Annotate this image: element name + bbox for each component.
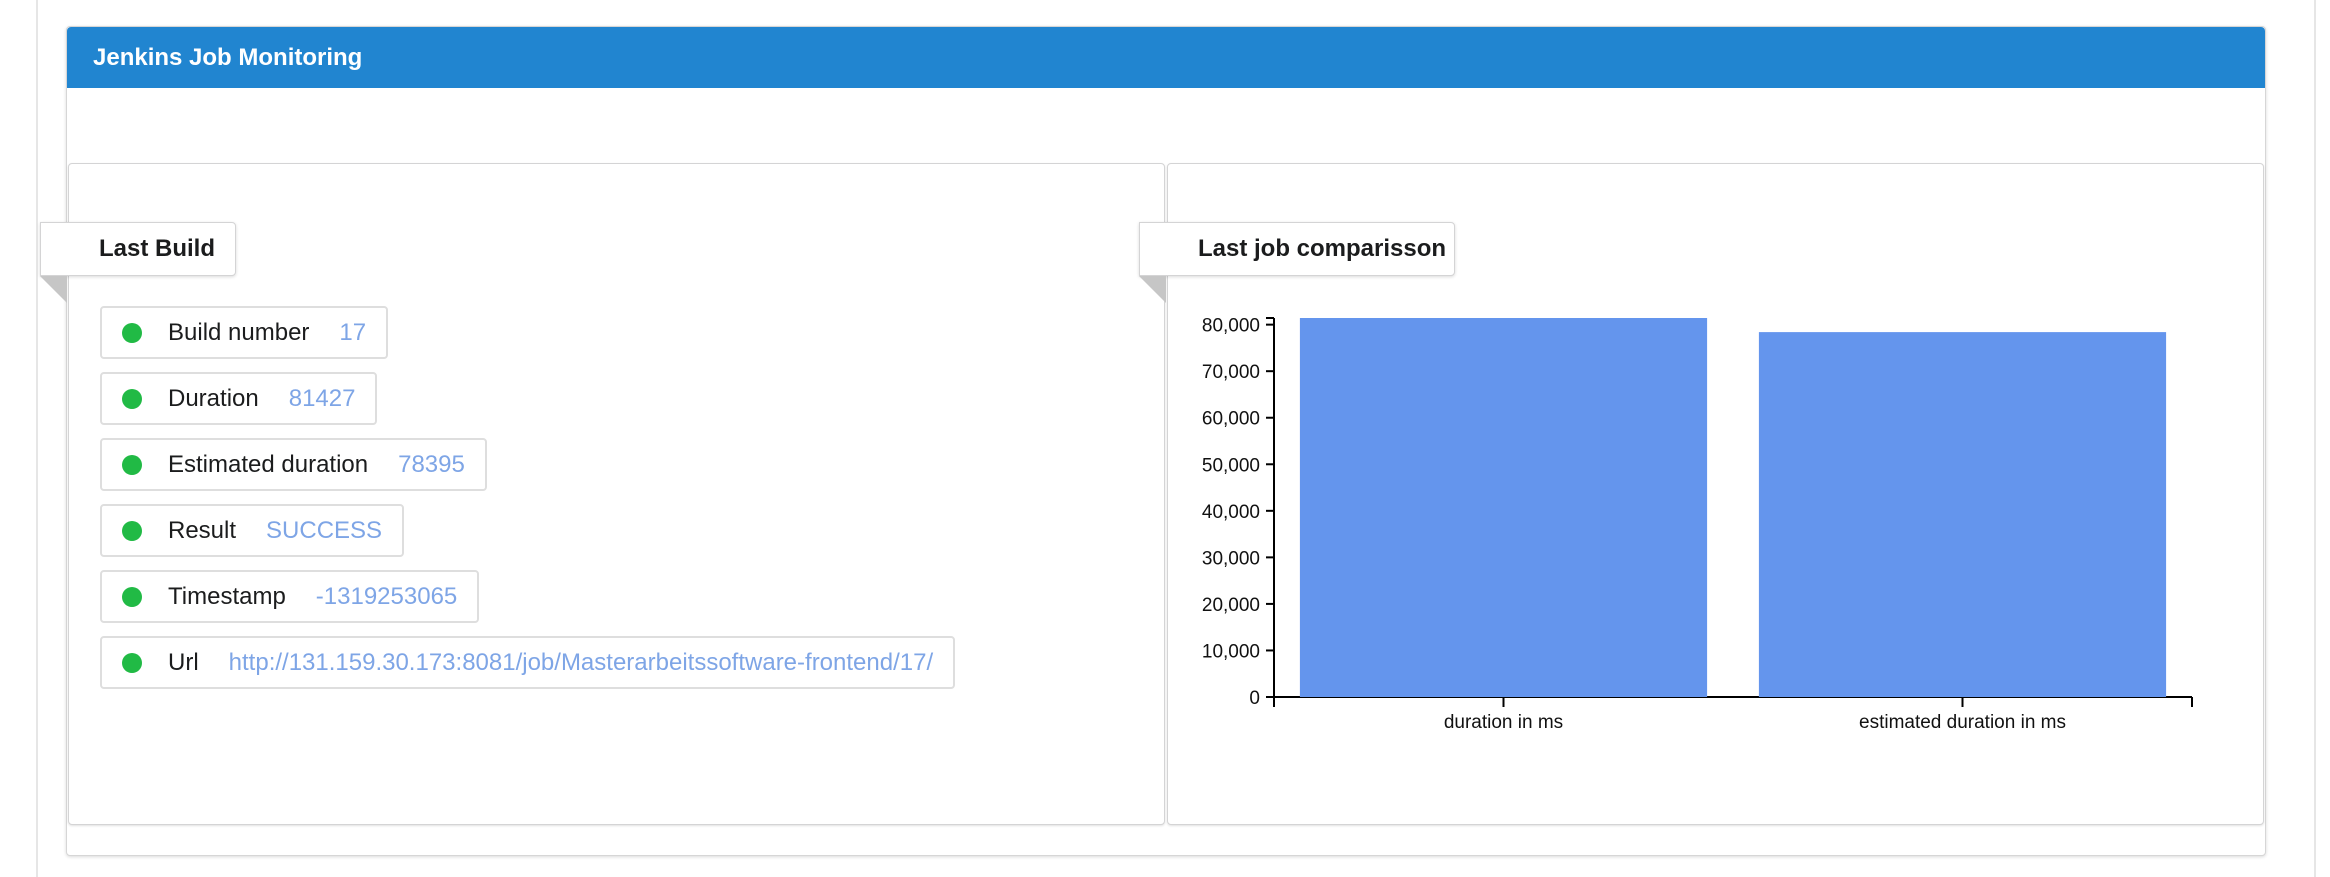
y-tick-label: 50,000 [1202,455,1260,476]
y-tick-label: 40,000 [1202,502,1260,523]
y-tick-label: 0 [1249,688,1260,709]
y-tick-label: 10,000 [1202,641,1260,662]
bar [1758,332,2167,697]
y-tick-label: 20,000 [1202,595,1260,616]
y-tick-label: 80,000 [1202,316,1260,337]
x-tick-label: estimated duration in ms [1859,712,2066,733]
y-tick-label: 30,000 [1202,548,1260,569]
y-tick-label: 70,000 [1202,362,1260,383]
x-tick-label: duration in ms [1444,712,1563,733]
y-tick-label: 60,000 [1202,409,1260,430]
bar [1299,318,1708,697]
comparison-bar-chart: 0 10,000 20,000 30,000 40,000 50,000 60,000 70,… [1202,316,2193,733]
